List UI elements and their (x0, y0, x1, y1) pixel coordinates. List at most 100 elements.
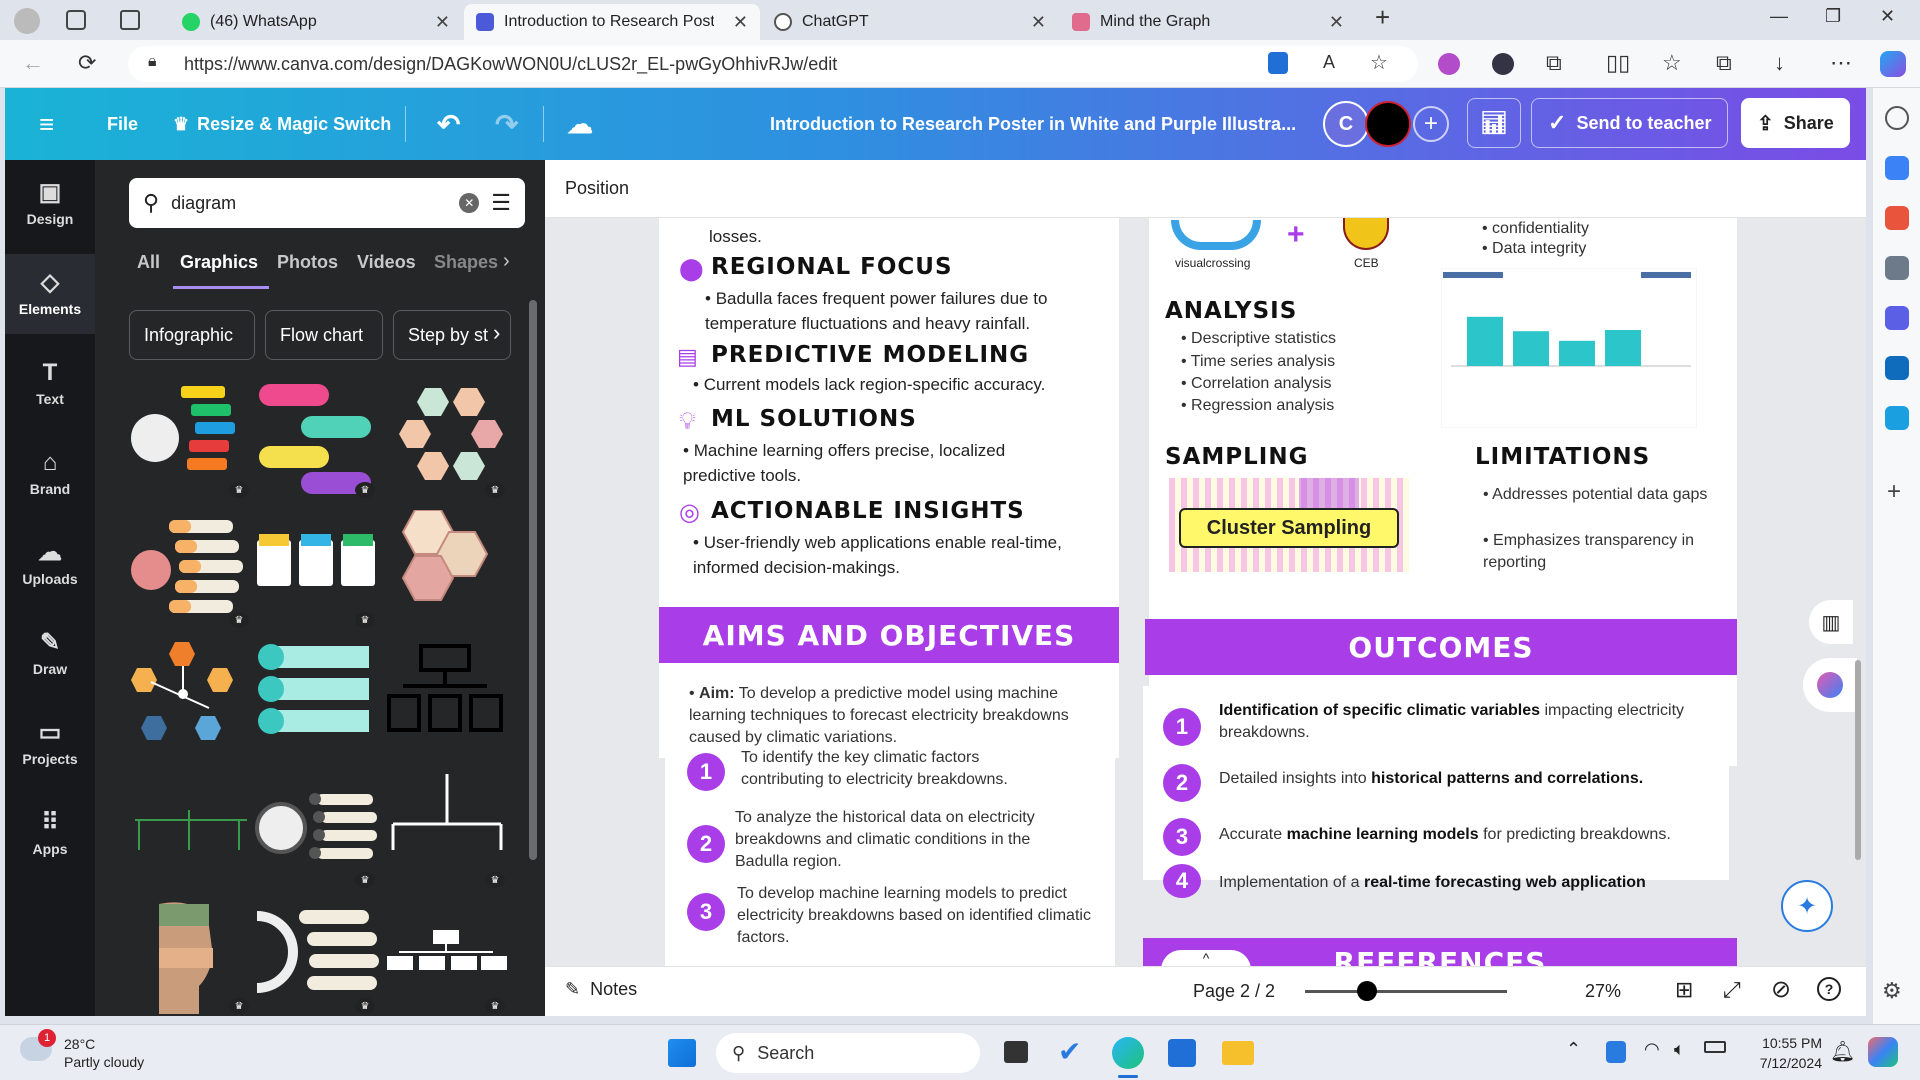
graphic-hexagon-ring[interactable]: ♛ (385, 380, 509, 500)
graphic-org-chart[interactable] (385, 638, 509, 758)
redo-icon[interactable]: ↷ (495, 88, 518, 160)
new-tab-icon[interactable]: + (1375, 2, 1390, 33)
avatar[interactable]: C (1323, 101, 1369, 147)
undo-icon[interactable]: ↶ (437, 88, 460, 160)
search-input[interactable]: diagram (171, 193, 447, 214)
zoom-slider-track[interactable] (1305, 990, 1507, 993)
close-tab-icon[interactable]: ✕ (435, 12, 450, 33)
copilot-taskbar-icon[interactable] (1868, 1037, 1898, 1067)
aims-card[interactable]: • Aim: To develop a predictive model usi… (665, 673, 1115, 966)
rail-item-draw[interactable]: ✎ Draw (5, 614, 95, 694)
extensions-puzzle-icon[interactable]: ⧉ (1546, 50, 1562, 76)
tab-mind-the-graph[interactable]: Mind the Graph ✕ (1060, 4, 1356, 40)
rail-item-design[interactable]: ▣ Design (5, 164, 95, 244)
graphic-tree-arrows[interactable]: ♛ (385, 770, 509, 890)
position-button[interactable]: Position (565, 178, 629, 199)
workspaces-icon[interactable] (66, 10, 86, 30)
clear-search-icon[interactable]: ✕ (459, 193, 480, 213)
zoom-slider-thumb[interactable] (1357, 981, 1377, 1001)
refresh-icon[interactable]: ⟳ (78, 50, 96, 76)
tab-shapes[interactable]: Shapes (434, 252, 498, 273)
copilot-sidebar-icon[interactable] (1885, 306, 1909, 330)
chevron-right-icon[interactable]: › (493, 320, 500, 346)
weather-widget[interactable]: 1 28°C Partly cloudy (20, 1029, 144, 1071)
graphic-hierarchy-white[interactable]: ♛ (385, 896, 509, 1016)
graphic-mind-map-colorful[interactable]: ♛ (129, 380, 253, 500)
wifi-icon[interactable]: ◠ (1644, 1039, 1660, 1060)
close-tab-icon[interactable]: ✕ (1031, 12, 1046, 33)
send-icon[interactable] (1885, 406, 1909, 430)
start-button[interactable] (668, 1039, 696, 1067)
favorite-star-icon[interactable]: ☆ (1370, 50, 1388, 75)
chevron-right-icon[interactable]: › (503, 250, 510, 273)
tab-videos[interactable]: Videos (357, 252, 416, 273)
tab-chatgpt[interactable]: ChatGPT ✕ (762, 4, 1058, 40)
graphic-pill-flow[interactable]: ♛ (255, 380, 379, 500)
zoom-value[interactable]: 27% (1585, 981, 1621, 1002)
notifications-bell-icon[interactable]: 🔔︎ (1830, 1039, 1855, 1064)
read-aloud-icon[interactable]: A (1323, 52, 1335, 73)
todo-icon[interactable]: ✔ (1058, 1035, 1081, 1068)
share-button[interactable]: ⇪ Share (1741, 98, 1850, 148)
rail-item-apps[interactable]: ⠿ Apps (5, 794, 95, 874)
insights-button[interactable]: 📊︎ (1467, 98, 1521, 148)
rail-item-brand[interactable]: ⌂ Brand (5, 434, 95, 514)
rail-item-text[interactable]: T Text (5, 344, 95, 424)
search-icon[interactable] (1885, 106, 1909, 130)
outcomes-card[interactable]: 1 Identification of specific climatic va… (1143, 686, 1729, 898)
check-icon[interactable]: ⊘ (1771, 975, 1791, 1004)
games-icon[interactable] (1885, 256, 1909, 280)
rail-item-uploads[interactable]: ☁ Uploads (5, 524, 95, 604)
tab-graphics[interactable]: Graphics (180, 252, 258, 273)
graphic-arrow-list[interactable] (255, 638, 379, 758)
rail-item-projects[interactable]: ▭ Projects (5, 704, 95, 784)
notes-button[interactable]: ✎ Notes (565, 979, 637, 1000)
more-menu-icon[interactable]: ⋯ (1830, 50, 1852, 76)
profile-icon[interactable] (14, 8, 40, 34)
canvas-scrollbar[interactable] (1855, 660, 1861, 860)
add-icon[interactable]: + (1887, 478, 1901, 506)
document-title[interactable]: Introduction to Research Poster in White… (770, 88, 1296, 160)
fullscreen-icon[interactable]: ⤢ (1723, 977, 1741, 1003)
graphic-three-hexagons[interactable] (385, 509, 509, 630)
graphic-half-circle-list[interactable]: ♛ (255, 896, 379, 1016)
tab-actions-icon[interactable] (120, 10, 140, 30)
tab-whatsapp[interactable]: (46) WhatsApp ✕ (170, 4, 462, 40)
close-tab-icon[interactable]: ✕ (1329, 12, 1344, 33)
collections-icon[interactable]: ⧉ (1716, 50, 1732, 76)
design-canvas[interactable]: losses. ⬤ REGIONAL FOCUS • Badulla faces… (545, 160, 1866, 966)
panel-scrollbar[interactable] (529, 300, 537, 860)
split-screen-icon[interactable]: ▯▯ (1606, 50, 1630, 76)
favorites-icon[interactable]: ☆ (1662, 50, 1682, 76)
tab-photos[interactable]: Photos (277, 252, 338, 273)
chip-flow-chart[interactable]: Flow chart (265, 310, 383, 360)
back-icon[interactable]: ← (22, 50, 44, 76)
minimize-icon[interactable]: — (1770, 6, 1788, 27)
tag-icon[interactable] (1885, 156, 1909, 180)
file-menu[interactable]: File (107, 88, 138, 160)
url-bar[interactable]: 🔒︎ https://www.canva.com/design/DAGKowWO… (128, 46, 1418, 82)
outlook-icon[interactable] (1885, 356, 1909, 380)
tray-overflow-icon[interactable]: ⌃ (1566, 1039, 1581, 1060)
copilot-icon[interactable] (1880, 51, 1906, 77)
graphic-hexagon-network[interactable] (129, 638, 253, 758)
tab-canva[interactable]: Introduction to Research Poster i ✕ (464, 4, 760, 40)
task-view-icon[interactable] (1004, 1041, 1028, 1063)
cloud-saved-icon[interactable]: ☁ (567, 88, 593, 160)
taskbar-search[interactable]: ⚲ Search (716, 1033, 980, 1073)
outcomes-header[interactable]: OUTCOMES (1145, 619, 1737, 675)
store-icon[interactable] (1168, 1039, 1196, 1067)
tab-all[interactable]: All (137, 252, 160, 273)
tools-icon[interactable] (1885, 206, 1909, 230)
add-collaborator-button[interactable]: + (1413, 106, 1449, 142)
volume-icon[interactable]: 🔈︎ (1674, 1039, 1685, 1060)
extension-icon[interactable] (1492, 53, 1514, 75)
brain-app-button[interactable] (1803, 658, 1857, 712)
avatar[interactable] (1365, 101, 1411, 147)
help-icon[interactable]: ? (1817, 977, 1841, 1001)
settings-icon[interactable]: ⚙ (1882, 978, 1902, 1004)
resize-magic-switch-button[interactable]: ♛ Resize & Magic Switch (173, 88, 391, 160)
graphic-tabbed-cards[interactable]: ♛ (255, 510, 379, 630)
filter-icon[interactable]: ☰ (491, 190, 511, 216)
send-to-teacher-button[interactable]: ✓ Send to teacher (1531, 98, 1729, 148)
